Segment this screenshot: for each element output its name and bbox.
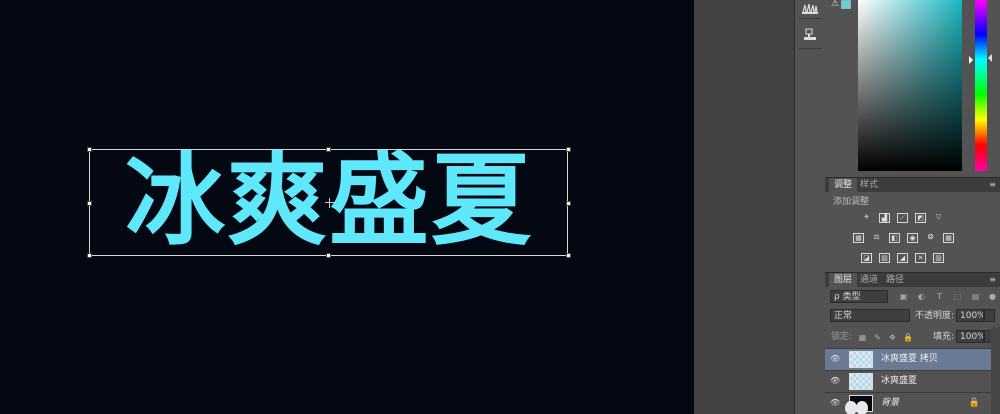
exposure-icon[interactable]: ◩ — [915, 213, 926, 223]
channel-mixer-icon[interactable]: ❂ — [925, 233, 936, 243]
hue-slider-right-marker[interactable] — [988, 54, 992, 62]
mouse-cursor-icon — [845, 401, 868, 414]
collapsed-panel-strip — [794, 0, 826, 414]
filter-shape-icon[interactable]: ⬚ — [953, 292, 962, 301]
transform-handle-top-right[interactable] — [566, 147, 571, 152]
filter-type-icon[interactable]: T — [935, 292, 944, 301]
transform-handle-bottom-right[interactable] — [566, 253, 571, 258]
lock-transparent-icon[interactable]: ▦ — [858, 333, 867, 342]
threshold-icon[interactable]: ◢ — [897, 253, 908, 263]
gamut-warning-icon[interactable]: ⚠ — [831, 0, 839, 9]
opacity-dropdown-button[interactable] — [984, 309, 995, 322]
tab-adjustments[interactable]: 调整 — [829, 178, 858, 192]
transform-handle-bottom-center[interactable] — [326, 253, 331, 258]
hue-slider-left-marker[interactable] — [969, 56, 973, 64]
tab-layers[interactable]: 图层 — [829, 273, 858, 287]
saturation-value-field[interactable] — [858, 0, 962, 171]
layer-row[interactable]: 👁 冰爽盛夏 — [825, 370, 1000, 392]
filter-smart-object-icon[interactable]: ▤ — [971, 292, 980, 301]
transform-center-point[interactable] — [325, 198, 335, 208]
lock-all-icon[interactable]: 🔒 — [903, 333, 913, 342]
opacity-input[interactable]: 100% — [956, 309, 984, 322]
lock-position-icon[interactable]: ✥ — [888, 333, 897, 342]
gradient-map-icon[interactable]: ▥ — [933, 253, 944, 263]
visibility-eye-icon[interactable]: 👁 — [830, 377, 840, 385]
tab-channels[interactable]: 通道 — [855, 273, 883, 287]
visibility-eye-icon[interactable]: 👁 — [830, 399, 840, 407]
adjustments-title: 添加调整 — [833, 197, 870, 207]
vibrance-icon[interactable]: ▽ — [933, 213, 944, 223]
adjustments-panel: 添加调整 ☀ ▟ ⟋ ◩ ▽ ▦ ⚖ ◧ ◉ ❂ ▦ ◪ ▨ ◢ ✕ ▥ — [825, 192, 1000, 272]
tab-styles[interactable]: 样式 — [855, 178, 883, 192]
layer-name: 背景 — [881, 398, 900, 408]
visibility-eye-icon[interactable]: 👁 — [830, 355, 840, 363]
filter-adjustment-icon[interactable]: ◐ — [917, 292, 926, 301]
selective-color-icon[interactable]: ✕ — [915, 253, 926, 263]
transform-handle-top-center[interactable] — [326, 147, 331, 152]
clone-source-icon[interactable] — [801, 28, 819, 42]
strip-divider — [799, 18, 821, 19]
strip-divider — [799, 48, 821, 49]
photo-filter-icon[interactable]: ◉ — [907, 233, 918, 243]
curves-icon[interactable]: ⟋ — [897, 213, 908, 223]
layer-name: 冰爽盛夏 — [881, 376, 918, 386]
document-canvas[interactable]: 冰爽盛夏 — [0, 0, 694, 414]
filter-pixel-icon[interactable]: ▣ — [899, 292, 908, 301]
layer-lock-icon: 🔒 — [968, 398, 980, 408]
transform-handle-bottom-left[interactable] — [87, 253, 92, 258]
color-panel: ⚠ — [825, 0, 1000, 177]
blend-mode-select[interactable]: 正常 — [830, 309, 910, 322]
opacity-label: 不透明度: — [915, 311, 955, 321]
tab-paths[interactable]: 路径 — [881, 273, 909, 287]
filter-toggle-icon[interactable]: ● — [988, 292, 997, 301]
layer-filter-select[interactable]: ρ 类型 — [830, 290, 888, 303]
brightness-contrast-icon[interactable]: ☀ — [861, 213, 872, 223]
layers-tab-bar: 图层 通道 路径 ≡ — [825, 272, 1000, 287]
color-balance-icon[interactable]: ⚖ — [871, 233, 882, 243]
workspace-gutter — [694, 0, 794, 414]
levels-icon[interactable]: ▟ — [879, 213, 890, 223]
panel-menu-icon[interactable]: ≡ — [989, 179, 996, 191]
invert-icon[interactable]: ◪ — [861, 253, 872, 263]
right-panel-dock: ⚠ 调整 样式 ≡ 添加调整 ☀ ▟ ⟋ ◩ ▽ ▦ ⚖ ◧ ◉ ❂ ▦ ◪ ▨… — [825, 0, 1000, 414]
color-lookup-icon[interactable]: ▦ — [943, 233, 954, 243]
hue-saturation-icon[interactable]: ▦ — [853, 233, 864, 243]
transform-handle-middle-right[interactable] — [566, 201, 571, 206]
panel-menu-icon[interactable]: ≡ — [989, 274, 996, 286]
adjustments-tab-bar: 调整 样式 ≡ — [825, 177, 1000, 192]
layer-thumbnail — [849, 373, 873, 390]
layers-panel: ρ 类型 ▣ ◐ T ⬚ ▤ ● 正常 不透明度: 100% 锁定: ▦ ✎ ✥… — [825, 287, 1000, 414]
layers-scrollbar[interactable] — [991, 327, 1000, 414]
fill-input[interactable]: 100% — [956, 330, 984, 343]
brushes-icon[interactable] — [801, 2, 819, 16]
posterize-icon[interactable]: ▨ — [879, 253, 890, 263]
current-color-swatch[interactable] — [841, 0, 851, 9]
hue-slider[interactable] — [975, 0, 987, 171]
transform-handle-middle-left[interactable] — [87, 201, 92, 206]
lock-label: 锁定: — [831, 332, 853, 342]
fill-label: 填充: — [933, 332, 955, 342]
transform-handle-top-left[interactable] — [87, 147, 92, 152]
layer-thumbnail — [849, 351, 873, 368]
lock-image-icon[interactable]: ✎ — [873, 333, 882, 342]
black-white-icon[interactable]: ◧ — [889, 233, 900, 243]
layer-row[interactable]: 👁 冰爽盛夏 拷贝 — [825, 348, 1000, 370]
layer-name: 冰爽盛夏 拷贝 — [881, 354, 938, 364]
